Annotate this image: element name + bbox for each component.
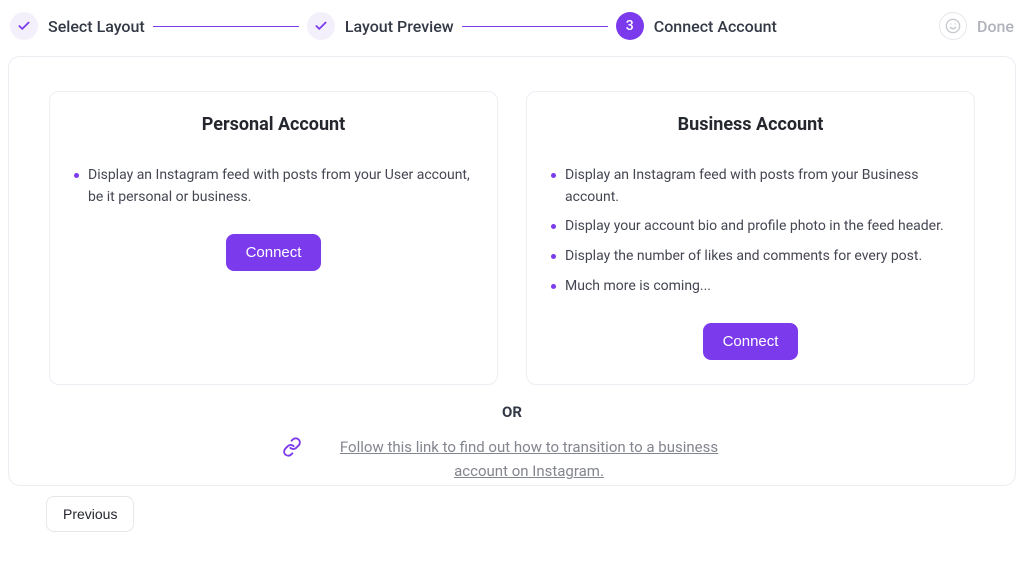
step-connect-account[interactable]: 3 Connect Account (616, 12, 777, 40)
step-label: Done (977, 17, 1014, 36)
link-icon (282, 437, 302, 461)
wizard-stepper: Select Layout Layout Preview 3 Connect A… (0, 0, 1024, 52)
wizard-footer: Previous (0, 486, 1024, 532)
connect-business-button[interactable]: Connect (703, 323, 799, 360)
step-connector (462, 26, 608, 27)
step-label: Connect Account (654, 17, 777, 36)
list-item: Display your account bio and profile pho… (551, 216, 954, 238)
step-number-icon: 3 (616, 12, 644, 40)
connect-account-panel: Personal Account Display an Instagram fe… (8, 56, 1016, 486)
check-icon (10, 12, 38, 40)
list-item: Display an Instagram feed with posts fro… (551, 165, 954, 208)
account-cards-row: Personal Account Display an Instagram fe… (49, 91, 975, 385)
list-item: Much more is coming... (551, 276, 954, 298)
card-title: Business Account (547, 114, 954, 135)
step-connector (153, 26, 299, 27)
list-item: Display an Instagram feed with posts fro… (74, 165, 477, 208)
personal-account-card: Personal Account Display an Instagram fe… (49, 91, 498, 385)
list-item: Display the number of likes and comments… (551, 246, 954, 268)
card-title: Personal Account (70, 114, 477, 135)
previous-button[interactable]: Previous (46, 496, 134, 532)
smile-icon (939, 12, 967, 40)
business-features-list: Display an Instagram feed with posts fro… (551, 165, 954, 305)
transition-help-link[interactable]: Follow this link to find out how to tran… (316, 435, 742, 483)
step-label: Select Layout (48, 17, 145, 36)
personal-features-list: Display an Instagram feed with posts fro… (74, 165, 477, 216)
check-icon (307, 12, 335, 40)
business-account-card: Business Account Display an Instagram fe… (526, 91, 975, 385)
step-layout-preview[interactable]: Layout Preview (307, 12, 454, 40)
help-row: Follow this link to find out how to tran… (49, 435, 975, 483)
step-done: Done (939, 12, 1014, 40)
step-select-layout[interactable]: Select Layout (10, 12, 145, 40)
step-label: Layout Preview (345, 17, 454, 36)
or-separator: OR (49, 403, 975, 421)
connect-personal-button[interactable]: Connect (226, 234, 322, 271)
